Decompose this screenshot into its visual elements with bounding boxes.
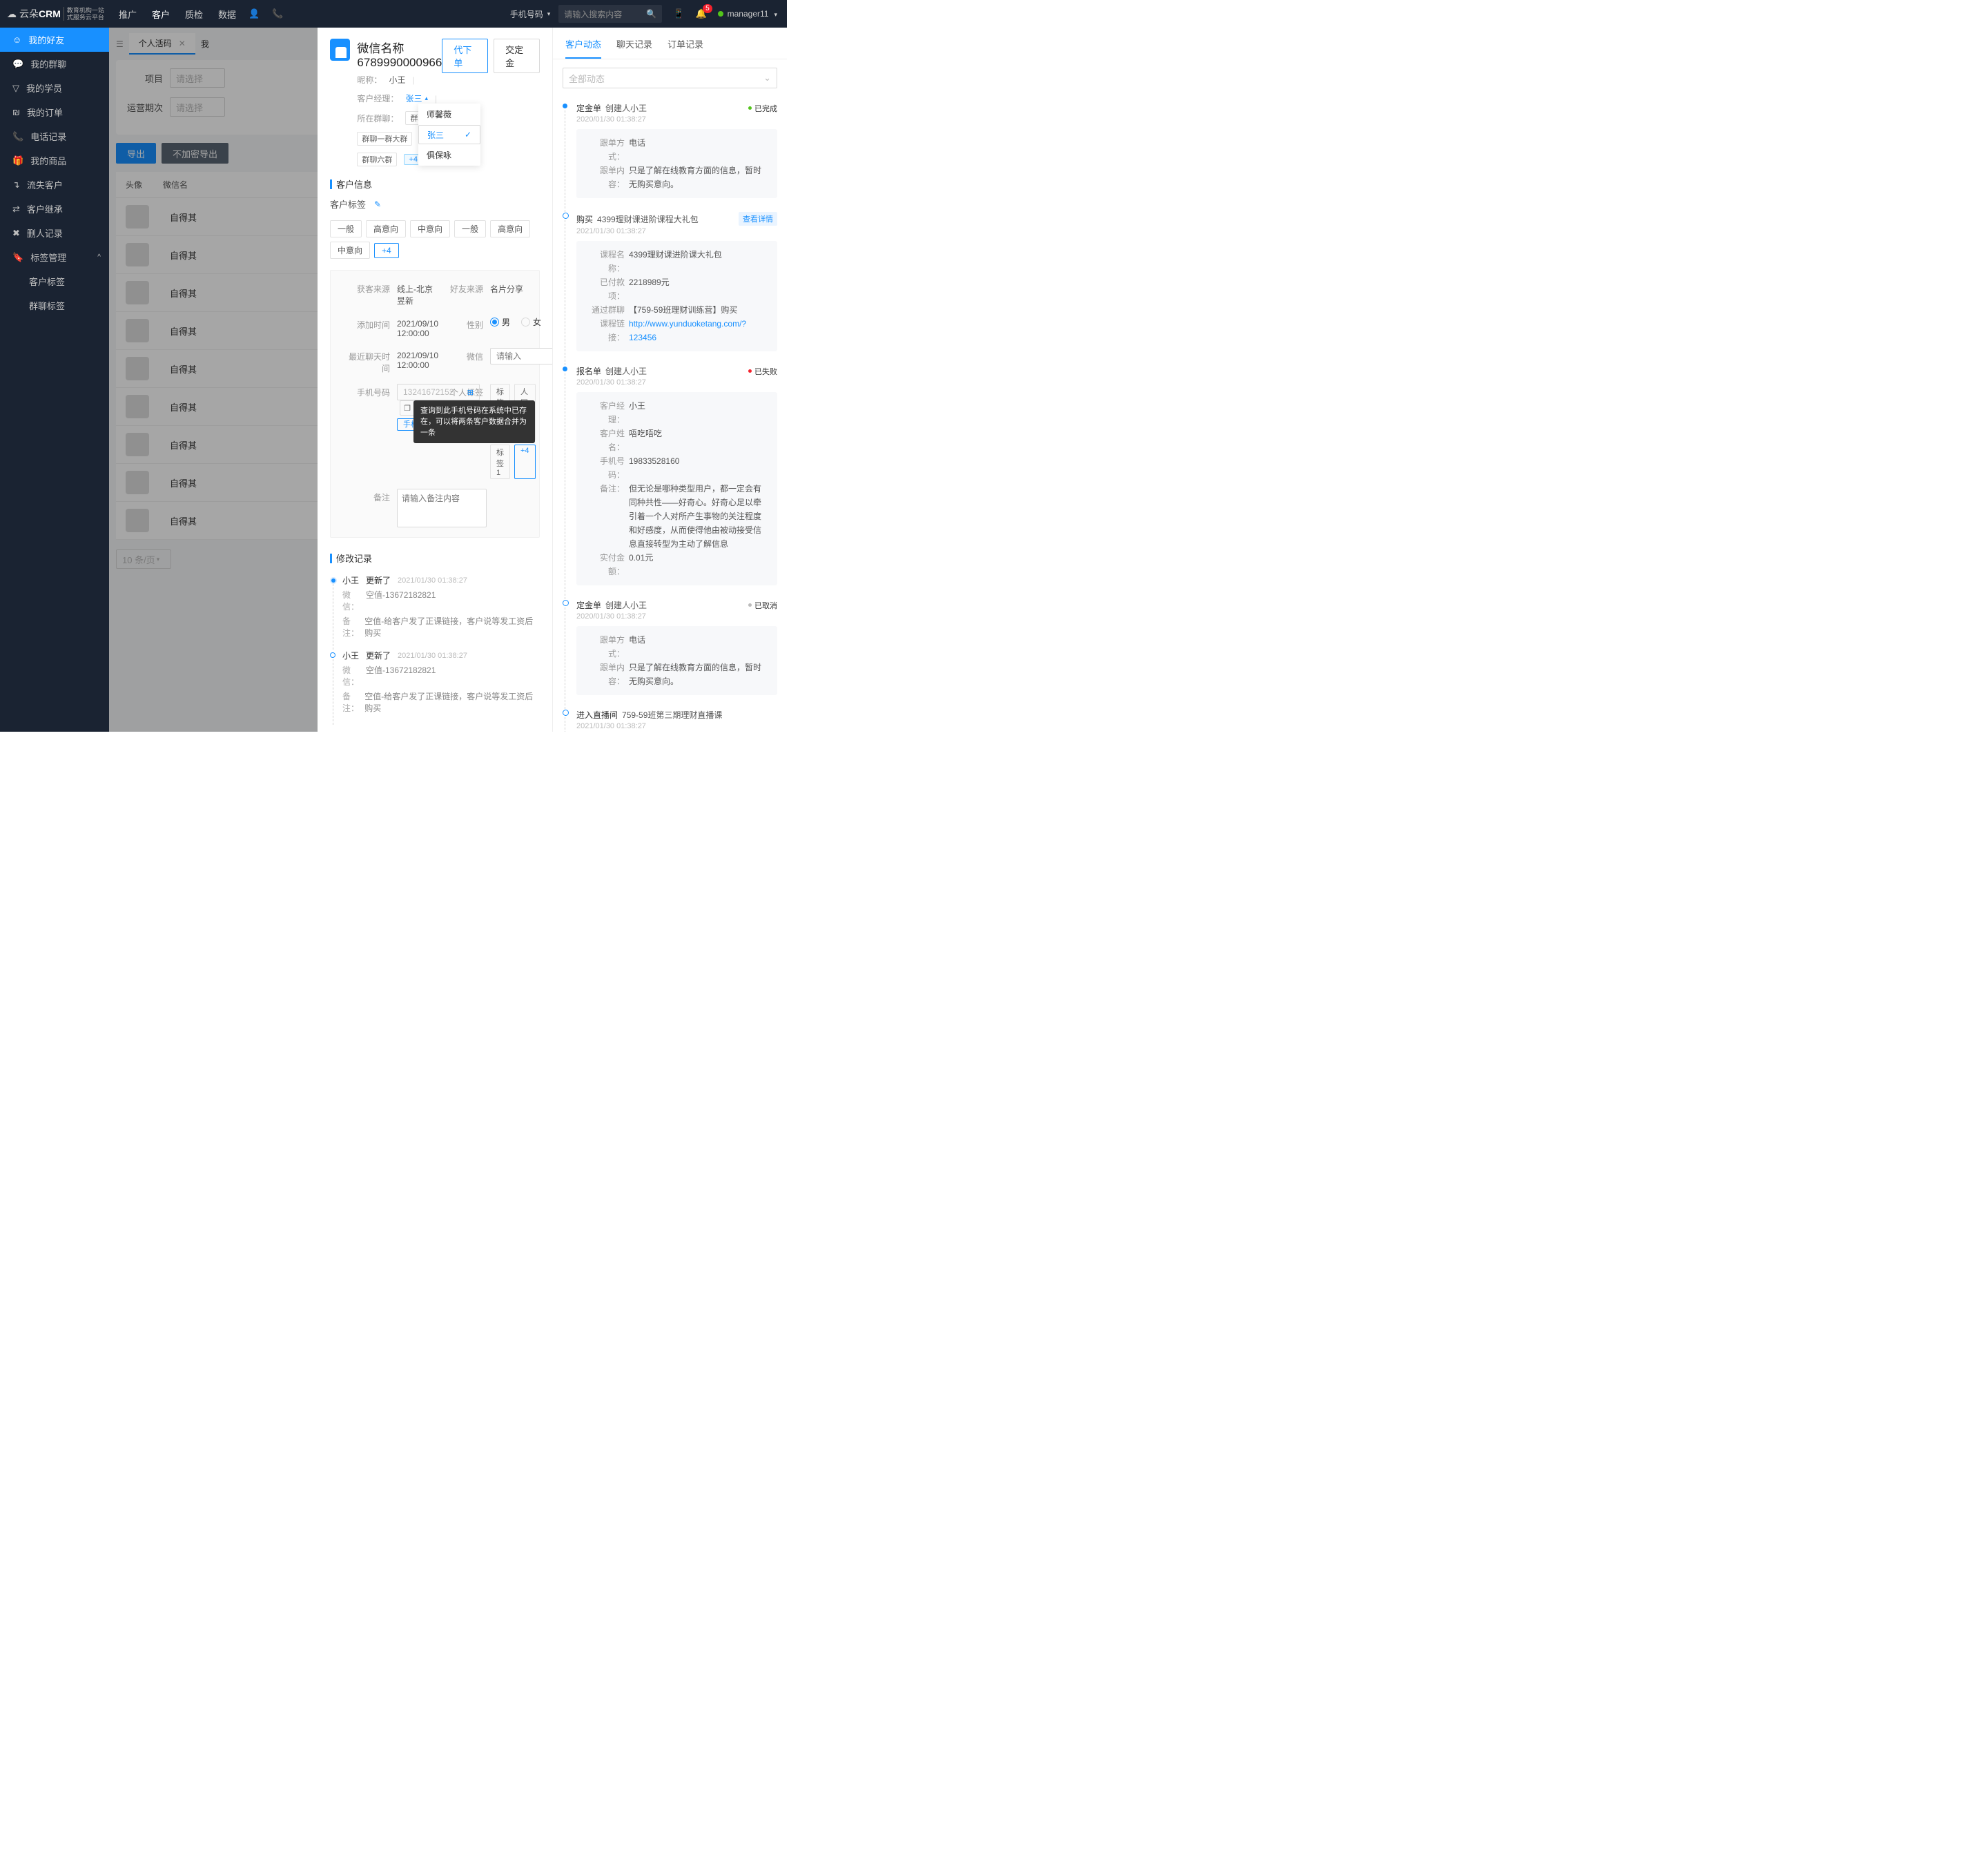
rtab-chat[interactable]: 聊天记录	[616, 37, 652, 59]
copy-icon[interactable]: ❐	[400, 400, 415, 416]
phone-icon[interactable]: 📞	[272, 8, 283, 19]
wechat-input[interactable]	[490, 348, 552, 364]
view-detail[interactable]: 查看详情	[739, 212, 777, 226]
section-custinfo: 客户信息	[318, 173, 552, 195]
rtab-orders[interactable]: 订单记录	[667, 37, 703, 59]
manager-dropdown: 师馨薇 张三✓ 俱保咏	[418, 104, 480, 166]
sidebar-item-delete[interactable]: ✖ 删人记录	[0, 221, 109, 245]
sex-male[interactable]: 男	[490, 316, 510, 328]
cloud-icon: ☁	[7, 8, 17, 20]
sidebar-item-lost[interactable]: ↴ 流失客户	[0, 173, 109, 197]
manager-select[interactable]: 张三	[405, 92, 428, 104]
user-menu[interactable]: manager11	[718, 9, 787, 19]
sidebar-item-orders[interactable]: ₪ 我的订单	[0, 100, 109, 124]
tags-more[interactable]: +4	[374, 243, 399, 258]
sex-female[interactable]: 女	[521, 316, 541, 328]
dd-option[interactable]: 俱保咏	[418, 144, 480, 166]
search-category[interactable]: 手机号码	[510, 8, 551, 20]
customer-drawer: 微信名称6789990000966 昵称：小王 | 客户经理： 张三 | 所在群…	[318, 28, 787, 732]
edit-tags-icon[interactable]: ✎	[374, 199, 381, 209]
nav-qc[interactable]: 质检	[185, 8, 203, 21]
bell-icon[interactable]: 🔔	[695, 8, 706, 19]
rtab-activity[interactable]: 客户动态	[565, 37, 601, 59]
sidebar: ☺ 我的好友 💬 我的群聊 ▽ 我的学员 ₪ 我的订单 📞 电话记录 🎁 我的商…	[0, 28, 109, 732]
ptag-more[interactable]: +4	[514, 445, 536, 479]
section-modlog: 修改记录	[318, 547, 552, 569]
grid-icon[interactable]: ⊞	[467, 388, 474, 397]
sidebar-item-calls[interactable]: 📞 电话记录	[0, 124, 109, 148]
sidebar-item-inherit[interactable]: ⇄ 客户继承	[0, 197, 109, 221]
sidebar-item-friends[interactable]: ☺ 我的好友	[0, 28, 109, 52]
nav-promo[interactable]: 推广	[119, 8, 137, 21]
dd-option[interactable]: 张三✓	[418, 125, 480, 144]
online-dot	[718, 11, 723, 17]
dd-option[interactable]: 师馨薇	[418, 104, 480, 125]
nav-data[interactable]: 数据	[218, 8, 236, 21]
mobile-icon[interactable]: 📱	[673, 8, 684, 19]
memo-input[interactable]	[397, 489, 487, 527]
activity-filter[interactable]: 全部动态⌄	[563, 68, 777, 88]
order-behalf-button[interactable]: 代下单	[442, 39, 488, 73]
sidebar-sub-cust-tags[interactable]: 客户标签	[0, 269, 109, 293]
logo: ☁ 云朵CRM 教育机构一站 式服务云平台	[0, 7, 109, 21]
deposit-button[interactable]: 交定金	[494, 39, 540, 73]
drawer-title: 微信名称6789990000966	[357, 39, 442, 70]
sidebar-item-groups[interactable]: 💬 我的群聊	[0, 52, 109, 76]
main-area: ☰ 个人活码✕ 我 项目请选择 运营期次请选择 导出 不加密导出 头像微信名 自…	[109, 28, 787, 732]
sidebar-item-students[interactable]: ▽ 我的学员	[0, 76, 109, 100]
phone-tooltip: 查询到此手机号码在系统中已存在，可以将两条客户数据合并为一条	[413, 400, 535, 443]
user-icon[interactable]: 👤	[248, 8, 260, 19]
sidebar-item-tags[interactable]: 🔖 标签管理^	[0, 245, 109, 269]
search-icon: 🔍	[646, 9, 656, 19]
sidebar-sub-group-tags[interactable]: 群聊标签	[0, 293, 109, 318]
customer-icon	[330, 39, 350, 61]
topnav: 推广 客户 质检 数据	[119, 8, 236, 21]
sidebar-item-products[interactable]: 🎁 我的商品	[0, 148, 109, 173]
search-input[interactable]: 请输入搜索内容🔍	[558, 5, 662, 23]
topbar: ☁ 云朵CRM 教育机构一站 式服务云平台 推广 客户 质检 数据 👤 📞 手机…	[0, 0, 787, 28]
phone-input[interactable]: 13241672152⊞	[397, 384, 480, 400]
nav-customer[interactable]: 客户	[152, 8, 170, 21]
